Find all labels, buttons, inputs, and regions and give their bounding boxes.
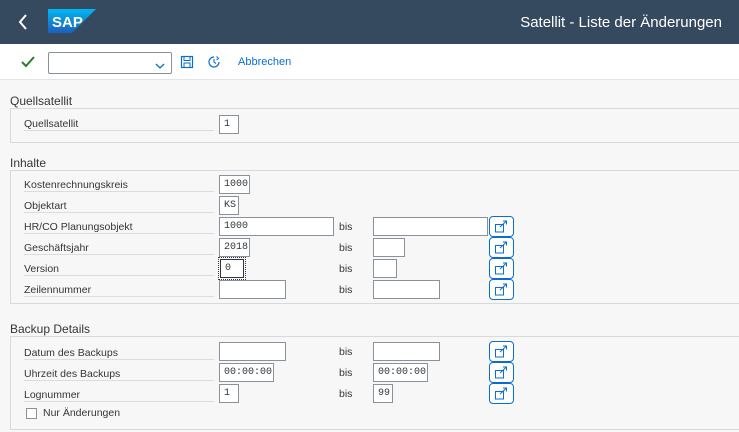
kostenrechnungskreis-input[interactable]: 1000 xyxy=(219,175,250,194)
datum-backup-from-input[interactable] xyxy=(219,342,286,361)
label-lognummer: Lognummer xyxy=(24,388,214,402)
quellsatellit-input[interactable]: 1 xyxy=(219,115,239,134)
chevron-down-icon[interactable] xyxy=(155,58,165,69)
bis-label: bis xyxy=(339,367,353,379)
nur-aenderungen-checkbox[interactable] xyxy=(26,408,37,419)
version-from-input[interactable]: 0 xyxy=(218,257,246,280)
multiple-selection-button[interactable] xyxy=(489,279,514,300)
multiple-selection-icon xyxy=(495,241,507,254)
multiple-selection-button[interactable] xyxy=(489,341,514,362)
label-zeilennummer: Zeilennummer xyxy=(24,283,214,297)
toolbar: Abbrechen xyxy=(0,44,739,80)
geschaeftsjahr-to-input[interactable] xyxy=(373,238,405,257)
multiple-selection-icon xyxy=(495,262,507,275)
multiple-selection-button[interactable] xyxy=(489,258,514,279)
multiple-selection-icon xyxy=(495,387,507,400)
geschaeftsjahr-from-input[interactable]: 2018 xyxy=(219,238,250,257)
uhrzeit-backup-to-input[interactable]: 00:00:00 xyxy=(373,363,428,382)
label-objektart: Objektart xyxy=(24,199,214,213)
uhrzeit-backup-from-input[interactable]: 00:00:00 xyxy=(219,363,274,382)
section-title-inhalte: Inhalte xyxy=(10,156,47,170)
planungsobjekt-to-input[interactable] xyxy=(373,217,488,236)
planungsobjekt-from-input[interactable]: 1000 xyxy=(219,217,334,236)
multiple-selection-button[interactable] xyxy=(489,362,514,383)
multiple-selection-button[interactable] xyxy=(489,216,514,237)
datum-backup-to-input[interactable] xyxy=(373,342,440,361)
multiple-selection-icon xyxy=(495,366,507,379)
bis-label: bis xyxy=(339,221,353,233)
cancel-button[interactable]: Abbrechen xyxy=(238,56,291,68)
multiple-selection-icon xyxy=(495,345,507,358)
bis-label: bis xyxy=(339,242,353,254)
shell-bar: SAP Satellit - Liste der Änderungen xyxy=(0,0,739,44)
back-icon[interactable] xyxy=(12,10,34,34)
label-uhrzeit-backup: Uhrzeit des Backups xyxy=(24,367,214,381)
zeilennummer-to-input[interactable] xyxy=(373,280,440,299)
lognummer-to-input[interactable]: 99 xyxy=(373,384,393,403)
label-datum-backup: Datum des Backups xyxy=(24,346,214,360)
bis-label: bis xyxy=(339,346,353,358)
bis-label: bis xyxy=(339,263,353,275)
multiple-selection-icon xyxy=(495,220,507,233)
zeilennummer-from-input[interactable] xyxy=(219,280,286,299)
label-planungsobjekt: HR/CO Planungsobjekt xyxy=(24,220,214,234)
sap-logo: SAP xyxy=(48,9,96,33)
logo-text: SAP xyxy=(52,14,83,31)
objektart-input[interactable]: KS xyxy=(219,196,239,215)
variant-clock-icon[interactable] xyxy=(207,55,221,69)
label-version: Version xyxy=(24,262,214,276)
nur-aenderungen-label: Nur Änderungen xyxy=(43,407,121,419)
page-title: Satellit - Liste der Änderungen xyxy=(520,14,722,31)
label-kostenrechnungskreis: Kostenrechnungskreis xyxy=(24,178,214,192)
command-field[interactable] xyxy=(48,52,172,74)
bis-label: bis xyxy=(339,388,353,400)
multiple-selection-button[interactable] xyxy=(489,237,514,258)
section-title-quellsatellit: Quellsatellit xyxy=(10,94,73,108)
execute-check-icon[interactable] xyxy=(20,54,36,70)
lognummer-from-input[interactable]: 1 xyxy=(219,384,239,403)
bis-label: bis xyxy=(339,284,353,296)
save-icon[interactable] xyxy=(180,55,194,69)
label-quellsatellit: Quellsatellit xyxy=(24,117,214,131)
label-geschaeftsjahr: Geschäftsjahr xyxy=(24,241,214,255)
section-title-backup: Backup Details xyxy=(10,322,91,336)
multiple-selection-icon xyxy=(495,283,507,296)
multiple-selection-button[interactable] xyxy=(489,383,514,404)
version-to-input[interactable] xyxy=(373,259,397,278)
